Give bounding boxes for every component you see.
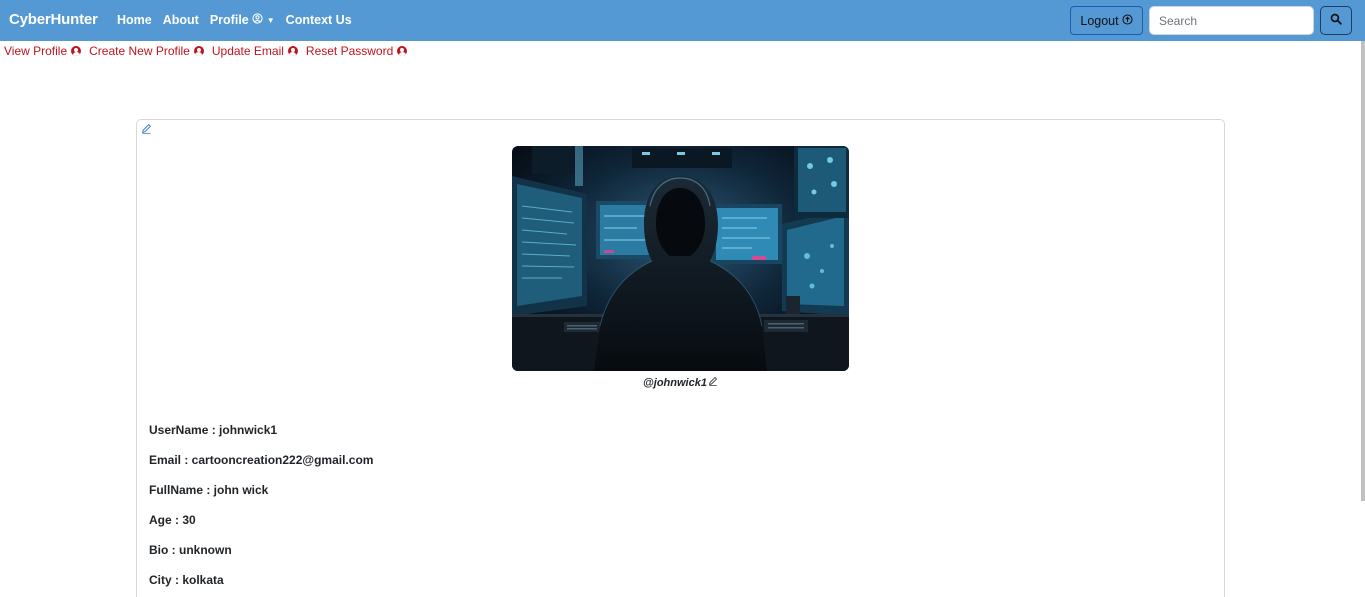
age-field: Age : 30: [149, 513, 196, 527]
create-profile-link[interactable]: Create New Profile: [89, 44, 204, 58]
view-profile-label: View Profile: [4, 44, 68, 58]
pencil-icon[interactable]: [708, 376, 718, 389]
profile-handle: @johnwick1: [643, 376, 707, 389]
reset-password-label: Reset Password: [305, 44, 394, 58]
nav-home[interactable]: Home: [117, 13, 152, 27]
reset-password-link[interactable]: Reset Password: [305, 44, 408, 58]
user-circle-solid-icon: [193, 46, 204, 56]
email-field: Email : cartooncreation222@gmail.com: [149, 453, 374, 467]
magnifier-icon: [1330, 12, 1342, 30]
update-email-label: Update Email: [211, 44, 284, 58]
page-scrollbar[interactable]: [1361, 41, 1365, 501]
user-circle-outline-icon: [252, 13, 263, 27]
user-circle-solid-icon: [397, 46, 408, 56]
logout-label: Logout: [1080, 13, 1119, 28]
logout-button[interactable]: Logout: [1070, 6, 1143, 35]
nav-links: Home About Profile ▼ Context Us: [117, 13, 352, 27]
user-circle-solid-icon: [287, 46, 298, 56]
create-profile-label: Create New Profile: [89, 44, 190, 58]
nav-about-label: About: [162, 13, 199, 27]
pencil-icon[interactable]: [141, 121, 152, 139]
user-circle-solid-icon: [71, 46, 82, 56]
profile-subnav: View Profile Create New Profile Update E…: [4, 44, 408, 58]
caret-down-icon: ▼: [266, 15, 275, 25]
search-input[interactable]: [1149, 6, 1314, 35]
update-email-link[interactable]: Update Email: [212, 44, 298, 58]
nav-profile-label: Profile: [209, 13, 249, 27]
view-profile-link[interactable]: View Profile: [4, 44, 82, 58]
search-button[interactable]: [1320, 6, 1352, 35]
profile-picture: [512, 146, 849, 371]
arrow-up-circle-icon: [1122, 13, 1133, 28]
nav-profile-dropdown[interactable]: Profile ▼: [210, 13, 275, 27]
bio-field: Bio : unknown: [149, 543, 232, 557]
city-field: City : kolkata: [149, 573, 224, 587]
brand-logo[interactable]: CyberHunter: [9, 11, 98, 28]
nav-context-us[interactable]: Context Us: [286, 13, 352, 27]
profile-handle-row: @johnwick1: [137, 376, 1224, 389]
nav-home-label: Home: [117, 13, 152, 27]
profile-card: @johnwick1 UserName : johnwick1 Email : …: [136, 119, 1225, 597]
username-field: UserName : johnwick1: [149, 423, 278, 437]
nav-about[interactable]: About: [163, 13, 199, 27]
top-navbar: CyberHunter Home About Profile ▼ Context…: [0, 0, 1365, 41]
nav-context-label: Context Us: [285, 13, 352, 27]
fullname-field: FullName : john wick: [149, 483, 269, 497]
